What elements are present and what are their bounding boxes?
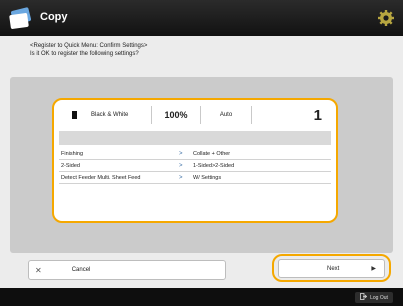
logout-label: Log Out: [370, 294, 388, 301]
settings-list: Finishing > Collate + Other 2-Sided > 1-…: [59, 148, 331, 184]
status-bar: Log Out: [0, 288, 403, 306]
close-icon: ✕: [35, 265, 42, 275]
list-item: Finishing > Collate + Other: [59, 148, 331, 160]
setting-value: Collate + Other: [193, 150, 231, 157]
color-mode: Black & White: [91, 112, 129, 118]
black-white-icon: [72, 111, 77, 119]
settings-summary-card: Black & White 100% Auto 1 Finishing > Co…: [52, 98, 338, 223]
cancel-button[interactable]: ✕ Cancel: [28, 260, 226, 280]
setting-value: W/ Settings: [193, 174, 222, 181]
arrow-right-icon: >: [179, 174, 183, 181]
setting-value: 1-Sided>2-Sided: [193, 162, 235, 169]
setting-label: Detect Feeder Multi. Sheet Feed: [61, 174, 141, 181]
cancel-label: Cancel: [71, 267, 91, 273]
message-line-1: <Register to Quick Menu: Confirm Setting…: [30, 43, 148, 49]
setting-label: Finishing: [61, 150, 84, 157]
list-item: Detect Feeder Multi. Sheet Feed > W/ Set…: [59, 172, 331, 184]
setting-label: 2-Sided: [61, 162, 80, 169]
list-item: 2-Sided > 1-Sided>2-Sided: [59, 160, 331, 172]
paper-select: Auto: [219, 112, 233, 118]
summary-row: Black & White 100% Auto 1: [60, 104, 330, 126]
copy-count: 1: [313, 106, 322, 124]
next-button[interactable]: Next ▶: [278, 259, 385, 278]
next-label: Next: [327, 265, 340, 272]
message-line-2: Is it OK to register the following setti…: [30, 51, 139, 57]
arrow-right-icon: >: [179, 162, 183, 169]
title-bar: Copy: [0, 0, 403, 36]
copy-ratio: 100%: [164, 110, 188, 120]
logout-icon: [360, 293, 368, 302]
logout-button[interactable]: Log Out: [355, 292, 393, 303]
separator-bar: [59, 131, 331, 145]
arrow-right-icon: >: [179, 150, 183, 157]
copy-icon: [6, 5, 34, 31]
gear-icon[interactable]: [375, 7, 397, 29]
app-title: Copy: [40, 11, 68, 23]
confirm-message: <Register to Quick Menu: Confirm Setting…: [30, 42, 147, 58]
arrow-right-icon: ▶: [371, 266, 376, 272]
